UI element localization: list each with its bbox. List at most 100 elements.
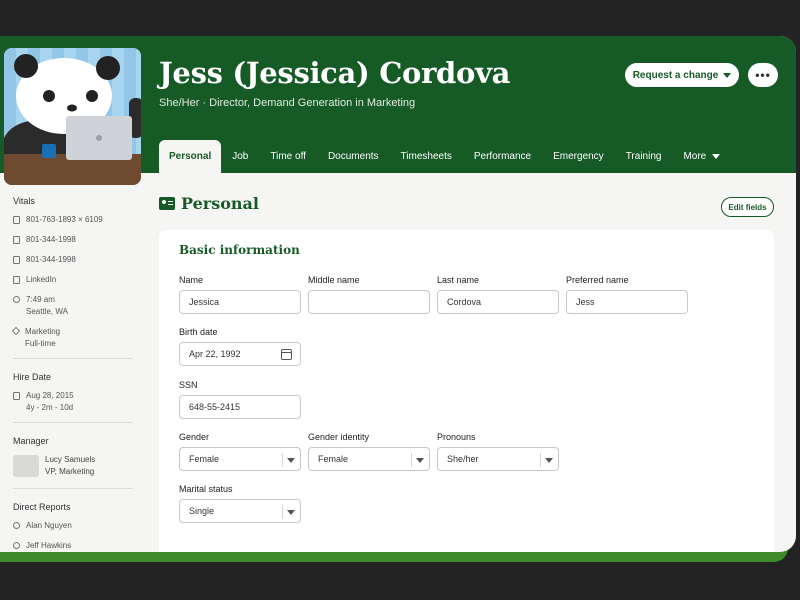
select-separator (282, 453, 283, 467)
calendar-icon (13, 392, 20, 400)
marital-status-label: Marital status (179, 484, 233, 494)
hire-date-title: Hire Date (13, 372, 52, 382)
divider (13, 358, 133, 359)
ssn-label: SSN (179, 380, 198, 390)
tab-job[interactable]: Job (221, 140, 259, 173)
person-icon (13, 522, 20, 529)
tab-label: Emergency (553, 151, 604, 162)
tab-label: More (683, 151, 707, 162)
chevron-down-icon (712, 154, 721, 159)
tab-time-off[interactable]: Time off (259, 140, 317, 173)
name-label: Name (179, 275, 204, 285)
select-separator (540, 453, 541, 467)
tab-label: Time off (270, 151, 306, 162)
last-name-input[interactable]: Cordova (437, 290, 559, 314)
divider (13, 488, 133, 489)
vitals-text: 801-763-1893 × 6109 (26, 215, 103, 224)
tag-icon (11, 326, 21, 336)
email-icon (13, 256, 20, 264)
name-input[interactable]: Jessica (179, 290, 301, 314)
vitals-mobile-phone[interactable]: 801-344-1998 (13, 234, 137, 246)
marital-status-select[interactable]: Single (179, 499, 301, 523)
pronouns-label: Pronouns (437, 432, 476, 442)
manager-name: Lucy Samuels (45, 455, 96, 464)
tab-label: Personal (169, 151, 212, 162)
employee-name: Jess (Jessica) Cordova (159, 56, 511, 90)
tab-timesheets[interactable]: Timesheets (390, 140, 463, 173)
gender-label: Gender (179, 432, 210, 442)
profile-tabs: Personal Job Time off Documents Timeshee… (159, 140, 731, 173)
id-card-icon (159, 197, 175, 210)
tenure: 4y - 2m - 10d (26, 403, 74, 412)
hire-date: Aug 28, 2015 (26, 391, 74, 400)
panda-illustration (4, 48, 141, 185)
chevron-down-icon (416, 458, 424, 463)
last-name-label: Last name (437, 275, 480, 285)
tab-personal[interactable]: Personal (159, 140, 222, 173)
birth-date-value: Apr 22, 1992 (189, 349, 241, 359)
tab-label: Job (232, 151, 249, 162)
direct-report-item[interactable]: Alan Nguyen (13, 520, 137, 532)
hire-date-text: Aug 28, 2015 4y - 2m - 10d (26, 390, 74, 414)
marital-status-value: Single (189, 506, 215, 516)
card-title: Basic information (179, 243, 300, 257)
basic-information-card: Basic information Name Jessica Middle na… (159, 230, 774, 552)
section-title: Personal (181, 194, 259, 213)
manager-card[interactable]: Lucy Samuels VP, Marketing (13, 454, 137, 478)
middle-name-input[interactable] (308, 290, 430, 314)
phone-icon (13, 216, 20, 224)
preferred-name-input[interactable]: Jess (566, 290, 688, 314)
tab-label: Performance (473, 151, 532, 162)
select-separator (411, 453, 412, 467)
gender-identity-select[interactable]: Female (308, 447, 430, 471)
pronouns-select[interactable]: She/her (437, 447, 559, 471)
department: Marketing (25, 327, 61, 336)
local-time: 7:49 am (26, 295, 55, 304)
location: Seattle, WA (26, 307, 68, 316)
preferred-name-label: Preferred name (566, 275, 629, 285)
pronouns-value: She/her (447, 454, 479, 464)
manager-title: Manager (13, 436, 49, 446)
more-actions-button[interactable]: ••• (748, 63, 778, 87)
linkedin-icon (13, 276, 20, 284)
birth-date-input[interactable]: Apr 22, 1992 (179, 342, 301, 366)
tab-more[interactable]: More (672, 140, 731, 173)
tab-label: Timesheets (400, 151, 452, 162)
chevron-down-icon (287, 458, 295, 463)
tab-emergency[interactable]: Emergency (542, 140, 615, 173)
direct-report-name: Jeff Hawkins (26, 541, 72, 550)
request-change-label: Request a change (632, 69, 719, 81)
tab-training[interactable]: Training (615, 140, 673, 173)
manager-role: VP, Marketing (45, 467, 95, 476)
personal-section-header: Personal (159, 194, 259, 213)
tab-label: Training (625, 151, 662, 162)
gender-select[interactable]: Female (179, 447, 301, 471)
chevron-down-icon (723, 72, 732, 78)
vitals-email[interactable]: 801-344-1998 (13, 254, 137, 266)
gender-identity-value: Female (318, 454, 349, 464)
vitals-text: LinkedIn (26, 275, 57, 284)
vitals-text: Marketing Full-time (25, 326, 60, 350)
divider (13, 422, 133, 423)
calendar-icon[interactable] (281, 349, 292, 360)
gender-identity-label: Gender identity (308, 432, 370, 442)
vitals-text: 7:49 am Seattle, WA (26, 294, 68, 318)
employment-type: Full-time (25, 339, 56, 348)
gender-value: Female (189, 454, 220, 464)
edit-fields-button[interactable]: Edit fields (721, 197, 774, 217)
person-icon (13, 542, 20, 549)
vitals-text: 801-344-1998 (26, 255, 76, 264)
tab-documents[interactable]: Documents (317, 140, 390, 173)
manager-avatar (13, 455, 39, 477)
request-change-button[interactable]: Request a change (625, 63, 739, 87)
tab-performance[interactable]: Performance (463, 140, 542, 173)
direct-report-item[interactable]: Jeff Hawkins (13, 540, 137, 552)
clock-icon (13, 296, 20, 303)
manager-text: Lucy Samuels VP, Marketing (45, 454, 95, 478)
select-separator (282, 505, 283, 519)
tab-label: Documents (327, 151, 379, 162)
vitals-linkedin[interactable]: LinkedIn (13, 274, 137, 286)
ssn-input[interactable]: 648-55-2415 (179, 395, 301, 419)
profile-window: Jess (Jessica) Cordova She/Her · Directo… (0, 36, 796, 552)
vitals-work-phone[interactable]: 801-763-1893 × 6109 (13, 214, 137, 226)
